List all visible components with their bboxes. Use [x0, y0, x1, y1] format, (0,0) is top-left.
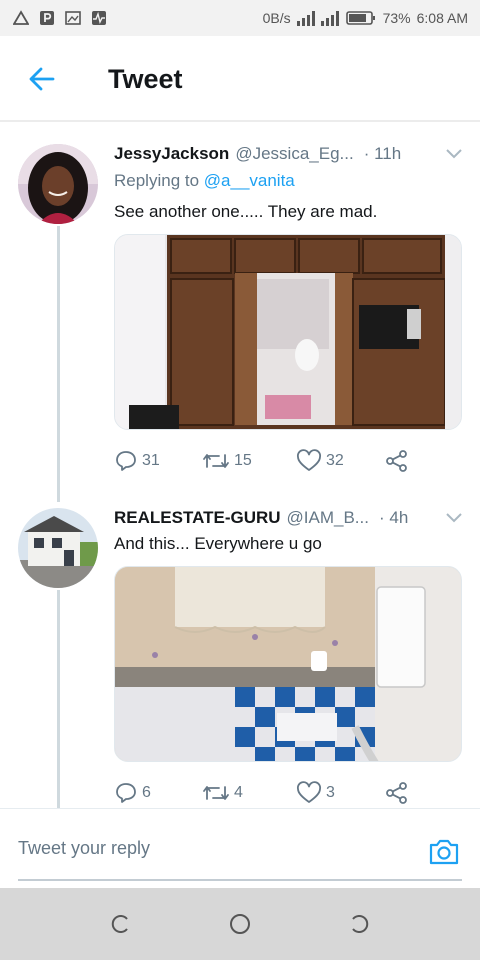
back-nav-button[interactable] [340, 904, 380, 944]
author-name[interactable]: REALESTATE-GURU [114, 508, 281, 528]
retweet-icon [203, 786, 229, 800]
reply-count: 6 [142, 784, 151, 801]
tweet-header: REALESTATE-GURU @IAM_B... · 4h [114, 506, 466, 530]
share-icon [386, 782, 407, 804]
signal-icon [320, 10, 339, 26]
tweet-item[interactable]: JessyJackson @Jessica_Eg... · 11h Replyi… [0, 138, 480, 483]
back-nav-icon [352, 915, 369, 933]
tweet-text: And this... Everywhere u go [114, 534, 322, 553]
tweet-media-image[interactable] [114, 234, 462, 430]
warning-triangle-icon [12, 9, 30, 27]
share-icon [386, 450, 407, 472]
page-title: Tweet [108, 63, 183, 94]
camera-icon [429, 839, 459, 865]
like-count: 3 [326, 784, 335, 801]
reply-button[interactable]: 31 [114, 449, 184, 473]
clock: 6:08 AM [416, 10, 468, 26]
battery-icon [345, 9, 377, 27]
retweet-count: 4 [234, 784, 243, 801]
retweet-button[interactable]: 4 [202, 781, 292, 805]
arrow-left-icon [29, 67, 55, 91]
replying-to-prefix: Replying to [114, 171, 204, 190]
avatar[interactable] [18, 144, 98, 224]
recent-apps-button[interactable] [100, 904, 140, 944]
battery-percent: 73% [382, 10, 411, 26]
tweet-text: See another one..... They are mad. [114, 202, 378, 221]
camera-button[interactable] [424, 832, 464, 872]
system-nav-bar [0, 888, 480, 960]
chevron-down-icon [446, 149, 462, 159]
author-name[interactable]: JessyJackson [114, 144, 229, 164]
tweet-menu-button[interactable] [442, 142, 466, 166]
reply-input[interactable]: Tweet your reply [18, 838, 318, 859]
tweet-time: · 4h [378, 508, 409, 527]
share-button[interactable] [384, 781, 410, 805]
tweet-detail-screen: 0B/s 73% 6:08 AM Tweet JessyJackson @Jes… [0, 0, 480, 960]
heart-icon [297, 781, 321, 803]
net-speed: 0B/s [262, 10, 291, 26]
tweet-item[interactable]: REALESTATE-GURU @IAM_B... · 4h And this.… [0, 502, 480, 808]
tweet-header: JessyJackson @Jessica_Eg... · 11h [114, 142, 466, 166]
chevron-down-icon [446, 513, 462, 523]
tweet-time: · 11h [363, 144, 402, 163]
like-button[interactable]: 3 [296, 781, 376, 805]
parking-icon [38, 9, 56, 27]
reply-underline [18, 879, 462, 881]
replying-to: Replying to @a__vanita [114, 171, 295, 191]
share-button[interactable] [384, 449, 410, 473]
app-header: Tweet [0, 36, 480, 122]
reply-icon [116, 451, 136, 471]
home-circle-icon [230, 914, 250, 934]
retweet-button[interactable]: 15 [202, 449, 292, 473]
reply-icon [116, 783, 136, 803]
tweet-media-image[interactable] [114, 566, 462, 762]
home-button[interactable] [220, 904, 260, 944]
like-count: 32 [326, 452, 344, 469]
reply-count: 31 [142, 452, 160, 469]
retweet-count: 15 [234, 452, 252, 469]
header-divider [0, 120, 480, 122]
signal-icon [296, 10, 315, 26]
avatar[interactable] [18, 508, 98, 588]
retweet-icon [203, 454, 229, 468]
tweet-actions: 6 4 3 [114, 778, 434, 808]
status-bar-left [12, 9, 108, 27]
recent-apps-icon [111, 915, 128, 933]
status-bar-right: 0B/s 73% 6:08 AM [263, 9, 468, 27]
reply-divider [0, 808, 480, 809]
author-handle[interactable]: @Jessica_Eg... [235, 144, 353, 164]
reply-composer: Tweet your reply [0, 810, 480, 888]
heart-icon [297, 449, 321, 471]
like-button[interactable]: 32 [296, 449, 376, 473]
replying-to-link[interactable]: @a__vanita [204, 171, 295, 190]
pulse-icon [90, 9, 108, 27]
tweet-menu-button[interactable] [442, 506, 466, 530]
reply-button[interactable]: 6 [114, 781, 184, 805]
author-handle[interactable]: @IAM_B... [287, 508, 369, 528]
back-button[interactable] [12, 49, 72, 109]
tweet-actions: 31 15 32 [114, 446, 434, 476]
status-bar: 0B/s 73% 6:08 AM [0, 0, 480, 36]
image-icon [64, 9, 82, 27]
